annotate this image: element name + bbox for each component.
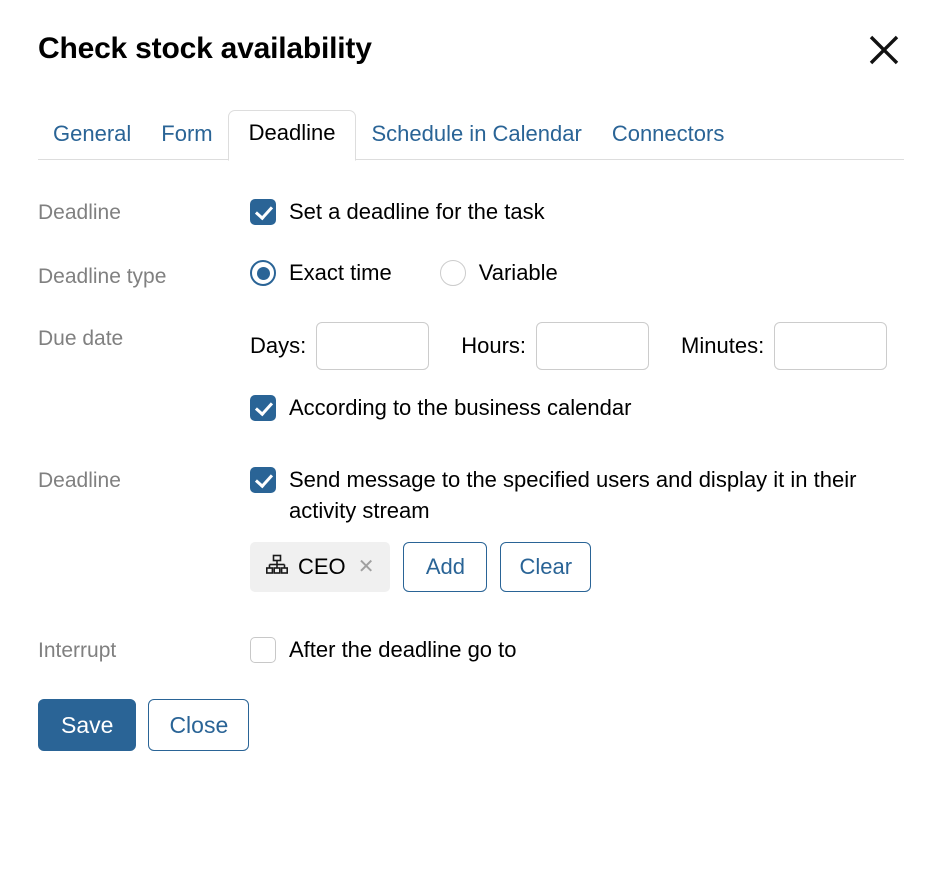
row-field-deadline: Set a deadline for the task	[250, 196, 904, 227]
tabs-container: General Form Deadline Schedule in Calend…	[38, 109, 904, 161]
page-title: Check stock availability	[38, 32, 372, 65]
row-deadline: Deadline Set a deadline for the task	[38, 196, 904, 227]
business-calendar-checkbox-row[interactable]: According to the business calendar	[250, 392, 904, 423]
row-label-due-date: Due date	[38, 327, 124, 351]
tab-form[interactable]: Form	[146, 112, 227, 160]
row-field-recipients: CEO ✕ Add Clear	[250, 542, 904, 593]
radio-exact-time-indicator[interactable]	[250, 260, 276, 287]
row-business-calendar: According to the business calendar	[38, 392, 904, 423]
interrupt-label: After the deadline go to	[289, 637, 517, 663]
close-button[interactable]: Close	[148, 699, 250, 752]
row-field-deadline-notification: Send message to the specified users and …	[250, 464, 904, 526]
row-label-interrupt: Interrupt	[38, 639, 117, 663]
check-stock-availability-dialog: Check stock availability General Form De…	[1, 1, 941, 873]
row-field-interrupt: After the deadline go to	[250, 634, 904, 665]
tab-general[interactable]: General	[38, 112, 146, 160]
recipient-tag-ceo[interactable]: CEO ✕	[250, 542, 391, 593]
business-calendar-label: According to the business calendar	[289, 395, 632, 421]
radio-variable-indicator[interactable]	[439, 260, 466, 287]
send-message-label: Send message to the specified users and …	[289, 466, 857, 523]
row-recipients: CEO ✕ Add Clear	[38, 542, 904, 593]
clear-recipients-button[interactable]: Clear	[500, 542, 592, 593]
interrupt-checkbox[interactable]	[250, 637, 276, 664]
save-button[interactable]: Save	[38, 699, 137, 752]
days-label: Days:	[250, 333, 307, 359]
tab-schedule-in-calendar[interactable]: Schedule in Calendar	[356, 112, 596, 160]
radio-variable[interactable]: Variable	[439, 260, 558, 287]
remove-tag-icon[interactable]: ✕	[356, 557, 377, 577]
set-deadline-label: Set a deadline for the task	[289, 199, 545, 224]
tab-deadline[interactable]: Deadline	[227, 109, 357, 161]
tab-list: General Form Deadline Schedule in Calend…	[38, 109, 904, 161]
row-field-deadline-type: Exact time Variable	[250, 260, 904, 287]
row-interrupt: Interrupt After the deadline go to	[38, 634, 904, 665]
due-date-days-group: Days:	[250, 322, 430, 371]
interrupt-checkbox-row[interactable]: After the deadline go to	[250, 634, 904, 665]
minutes-label: Minutes:	[681, 333, 765, 359]
deadline-form: Deadline Set a deadline for the task Dea…	[38, 160, 904, 665]
row-field-business-calendar: According to the business calendar	[250, 392, 904, 423]
close-dialog-button[interactable]	[862, 28, 906, 72]
due-date-inputs: Days: Hours: Minutes:	[250, 322, 904, 371]
radio-exact-time[interactable]: Exact time	[250, 260, 392, 287]
send-message-checkbox[interactable]	[250, 466, 276, 493]
tab-connectors[interactable]: Connectors	[597, 112, 740, 160]
minutes-input[interactable]	[774, 322, 888, 371]
row-label-spacer-business-calendar	[38, 392, 250, 396]
sitemap-icon	[266, 554, 289, 581]
recipient-tag-label: CEO	[298, 554, 346, 580]
radio-variable-label: Variable	[478, 260, 558, 286]
row-due-date: Due date Days: Hours: Minutes:	[38, 322, 904, 371]
business-calendar-checkbox[interactable]	[250, 395, 276, 422]
row-label-deadline-type: Deadline type	[38, 265, 167, 289]
days-input[interactable]	[316, 322, 430, 371]
app-root: Check stock availability General Form De…	[0, 0, 942, 874]
row-label-deadline: Deadline	[38, 201, 121, 224]
close-icon	[867, 33, 901, 67]
row-deadline-notification: Deadline Send message to the specified u…	[38, 464, 904, 526]
send-message-checkbox-row[interactable]: Send message to the specified users and …	[250, 464, 904, 526]
deadline-type-radio-group: Exact time Variable	[250, 260, 904, 287]
radio-exact-time-label: Exact time	[289, 260, 392, 286]
row-label-deadline-notification: Deadline	[38, 468, 121, 492]
recipients-control: CEO ✕ Add Clear	[250, 542, 904, 593]
dialog-header: Check stock availability	[2, 2, 940, 66]
add-recipient-button[interactable]: Add	[403, 542, 488, 593]
due-date-minutes-group: Minutes:	[681, 322, 888, 371]
row-label-spacer-recipients	[38, 542, 250, 546]
set-deadline-checkbox[interactable]	[250, 199, 276, 225]
hours-label: Hours:	[461, 333, 527, 359]
row-field-due-date: Days: Hours: Minutes:	[250, 322, 904, 371]
dialog-footer: Save Close	[38, 665, 904, 752]
due-date-hours-group: Hours:	[461, 322, 650, 371]
set-deadline-checkbox-row[interactable]: Set a deadline for the task	[250, 196, 904, 227]
row-deadline-type: Deadline type Exact time Variable	[38, 260, 904, 290]
hours-input[interactable]	[536, 322, 650, 371]
